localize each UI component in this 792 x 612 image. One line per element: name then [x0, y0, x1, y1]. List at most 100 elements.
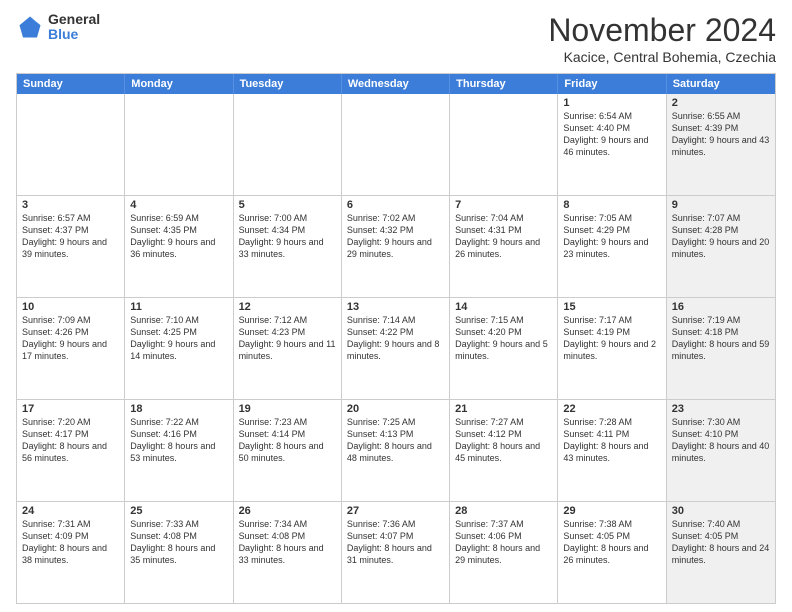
day-number: 15: [563, 301, 660, 313]
month-title: November 2024: [548, 12, 776, 49]
day-info: Sunrise: 6:55 AM Sunset: 4:39 PM Dayligh…: [672, 110, 770, 159]
day-number: 3: [22, 199, 119, 211]
calendar-cell-23: 23Sunrise: 7:30 AM Sunset: 4:10 PM Dayli…: [667, 400, 775, 501]
day-info: Sunrise: 7:27 AM Sunset: 4:12 PM Dayligh…: [455, 416, 552, 465]
day-info: Sunrise: 7:31 AM Sunset: 4:09 PM Dayligh…: [22, 518, 119, 567]
day-number: 13: [347, 301, 444, 313]
title-block: November 2024 Kacice, Central Bohemia, C…: [548, 12, 776, 65]
day-info: Sunrise: 7:02 AM Sunset: 4:32 PM Dayligh…: [347, 212, 444, 261]
logo-icon: [16, 13, 44, 41]
calendar-cell-15: 15Sunrise: 7:17 AM Sunset: 4:19 PM Dayli…: [558, 298, 666, 399]
calendar-cell-1: 1Sunrise: 6:54 AM Sunset: 4:40 PM Daylig…: [558, 94, 666, 195]
calendar-cell-empty-0-4: [450, 94, 558, 195]
day-number: 5: [239, 199, 336, 211]
day-info: Sunrise: 7:20 AM Sunset: 4:17 PM Dayligh…: [22, 416, 119, 465]
logo: General Blue: [16, 12, 100, 43]
calendar-cell-2: 2Sunrise: 6:55 AM Sunset: 4:39 PM Daylig…: [667, 94, 775, 195]
day-number: 12: [239, 301, 336, 313]
day-number: 9: [672, 199, 770, 211]
day-info: Sunrise: 7:25 AM Sunset: 4:13 PM Dayligh…: [347, 416, 444, 465]
day-info: Sunrise: 7:09 AM Sunset: 4:26 PM Dayligh…: [22, 314, 119, 363]
day-number: 28: [455, 505, 552, 517]
calendar-cell-25: 25Sunrise: 7:33 AM Sunset: 4:08 PM Dayli…: [125, 502, 233, 603]
day-info: Sunrise: 7:23 AM Sunset: 4:14 PM Dayligh…: [239, 416, 336, 465]
day-number: 2: [672, 97, 770, 109]
calendar-cell-22: 22Sunrise: 7:28 AM Sunset: 4:11 PM Dayli…: [558, 400, 666, 501]
header-cell-saturday: Saturday: [667, 74, 775, 94]
day-number: 18: [130, 403, 227, 415]
calendar: SundayMondayTuesdayWednesdayThursdayFrid…: [16, 73, 776, 604]
day-info: Sunrise: 7:07 AM Sunset: 4:28 PM Dayligh…: [672, 212, 770, 261]
calendar-cell-9: 9Sunrise: 7:07 AM Sunset: 4:28 PM Daylig…: [667, 196, 775, 297]
day-info: Sunrise: 6:59 AM Sunset: 4:35 PM Dayligh…: [130, 212, 227, 261]
day-number: 14: [455, 301, 552, 313]
day-info: Sunrise: 7:05 AM Sunset: 4:29 PM Dayligh…: [563, 212, 660, 261]
calendar-row-0: 1Sunrise: 6:54 AM Sunset: 4:40 PM Daylig…: [17, 94, 775, 196]
calendar-cell-7: 7Sunrise: 7:04 AM Sunset: 4:31 PM Daylig…: [450, 196, 558, 297]
header-cell-tuesday: Tuesday: [234, 74, 342, 94]
day-number: 6: [347, 199, 444, 211]
calendar-row-4: 24Sunrise: 7:31 AM Sunset: 4:09 PM Dayli…: [17, 502, 775, 603]
day-info: Sunrise: 7:40 AM Sunset: 4:05 PM Dayligh…: [672, 518, 770, 567]
header: General Blue November 2024 Kacice, Centr…: [16, 12, 776, 65]
calendar-cell-empty-0-1: [125, 94, 233, 195]
calendar-row-2: 10Sunrise: 7:09 AM Sunset: 4:26 PM Dayli…: [17, 298, 775, 400]
calendar-cell-empty-0-3: [342, 94, 450, 195]
day-info: Sunrise: 7:15 AM Sunset: 4:20 PM Dayligh…: [455, 314, 552, 363]
day-info: Sunrise: 7:10 AM Sunset: 4:25 PM Dayligh…: [130, 314, 227, 363]
calendar-cell-12: 12Sunrise: 7:12 AM Sunset: 4:23 PM Dayli…: [234, 298, 342, 399]
day-number: 10: [22, 301, 119, 313]
day-info: Sunrise: 7:30 AM Sunset: 4:10 PM Dayligh…: [672, 416, 770, 465]
header-cell-monday: Monday: [125, 74, 233, 94]
day-info: Sunrise: 7:28 AM Sunset: 4:11 PM Dayligh…: [563, 416, 660, 465]
header-cell-thursday: Thursday: [450, 74, 558, 94]
day-number: 11: [130, 301, 227, 313]
day-info: Sunrise: 7:37 AM Sunset: 4:06 PM Dayligh…: [455, 518, 552, 567]
header-cell-friday: Friday: [558, 74, 666, 94]
day-number: 30: [672, 505, 770, 517]
day-number: 24: [22, 505, 119, 517]
day-info: Sunrise: 7:36 AM Sunset: 4:07 PM Dayligh…: [347, 518, 444, 567]
day-info: Sunrise: 7:33 AM Sunset: 4:08 PM Dayligh…: [130, 518, 227, 567]
calendar-cell-14: 14Sunrise: 7:15 AM Sunset: 4:20 PM Dayli…: [450, 298, 558, 399]
day-number: 26: [239, 505, 336, 517]
day-info: Sunrise: 7:04 AM Sunset: 4:31 PM Dayligh…: [455, 212, 552, 261]
day-number: 17: [22, 403, 119, 415]
calendar-cell-21: 21Sunrise: 7:27 AM Sunset: 4:12 PM Dayli…: [450, 400, 558, 501]
calendar-cell-26: 26Sunrise: 7:34 AM Sunset: 4:08 PM Dayli…: [234, 502, 342, 603]
day-info: Sunrise: 7:19 AM Sunset: 4:18 PM Dayligh…: [672, 314, 770, 363]
day-info: Sunrise: 6:54 AM Sunset: 4:40 PM Dayligh…: [563, 110, 660, 159]
calendar-cell-24: 24Sunrise: 7:31 AM Sunset: 4:09 PM Dayli…: [17, 502, 125, 603]
calendar-body: 1Sunrise: 6:54 AM Sunset: 4:40 PM Daylig…: [17, 94, 775, 603]
header-cell-sunday: Sunday: [17, 74, 125, 94]
day-number: 22: [563, 403, 660, 415]
day-number: 1: [563, 97, 660, 109]
day-info: Sunrise: 7:14 AM Sunset: 4:22 PM Dayligh…: [347, 314, 444, 363]
calendar-cell-18: 18Sunrise: 7:22 AM Sunset: 4:16 PM Dayli…: [125, 400, 233, 501]
day-info: Sunrise: 7:38 AM Sunset: 4:05 PM Dayligh…: [563, 518, 660, 567]
calendar-cell-empty-0-2: [234, 94, 342, 195]
day-number: 8: [563, 199, 660, 211]
calendar-cell-17: 17Sunrise: 7:20 AM Sunset: 4:17 PM Dayli…: [17, 400, 125, 501]
day-info: Sunrise: 7:12 AM Sunset: 4:23 PM Dayligh…: [239, 314, 336, 363]
day-number: 25: [130, 505, 227, 517]
calendar-cell-13: 13Sunrise: 7:14 AM Sunset: 4:22 PM Dayli…: [342, 298, 450, 399]
day-number: 16: [672, 301, 770, 313]
day-number: 21: [455, 403, 552, 415]
header-cell-wednesday: Wednesday: [342, 74, 450, 94]
day-number: 27: [347, 505, 444, 517]
day-number: 20: [347, 403, 444, 415]
day-info: Sunrise: 6:57 AM Sunset: 4:37 PM Dayligh…: [22, 212, 119, 261]
logo-text: General Blue: [48, 12, 100, 43]
day-number: 19: [239, 403, 336, 415]
calendar-cell-30: 30Sunrise: 7:40 AM Sunset: 4:05 PM Dayli…: [667, 502, 775, 603]
day-number: 23: [672, 403, 770, 415]
calendar-header: SundayMondayTuesdayWednesdayThursdayFrid…: [17, 74, 775, 94]
logo-general: General: [48, 12, 100, 27]
page: General Blue November 2024 Kacice, Centr…: [0, 0, 792, 612]
calendar-cell-5: 5Sunrise: 7:00 AM Sunset: 4:34 PM Daylig…: [234, 196, 342, 297]
day-number: 4: [130, 199, 227, 211]
calendar-cell-6: 6Sunrise: 7:02 AM Sunset: 4:32 PM Daylig…: [342, 196, 450, 297]
calendar-cell-8: 8Sunrise: 7:05 AM Sunset: 4:29 PM Daylig…: [558, 196, 666, 297]
calendar-cell-27: 27Sunrise: 7:36 AM Sunset: 4:07 PM Dayli…: [342, 502, 450, 603]
